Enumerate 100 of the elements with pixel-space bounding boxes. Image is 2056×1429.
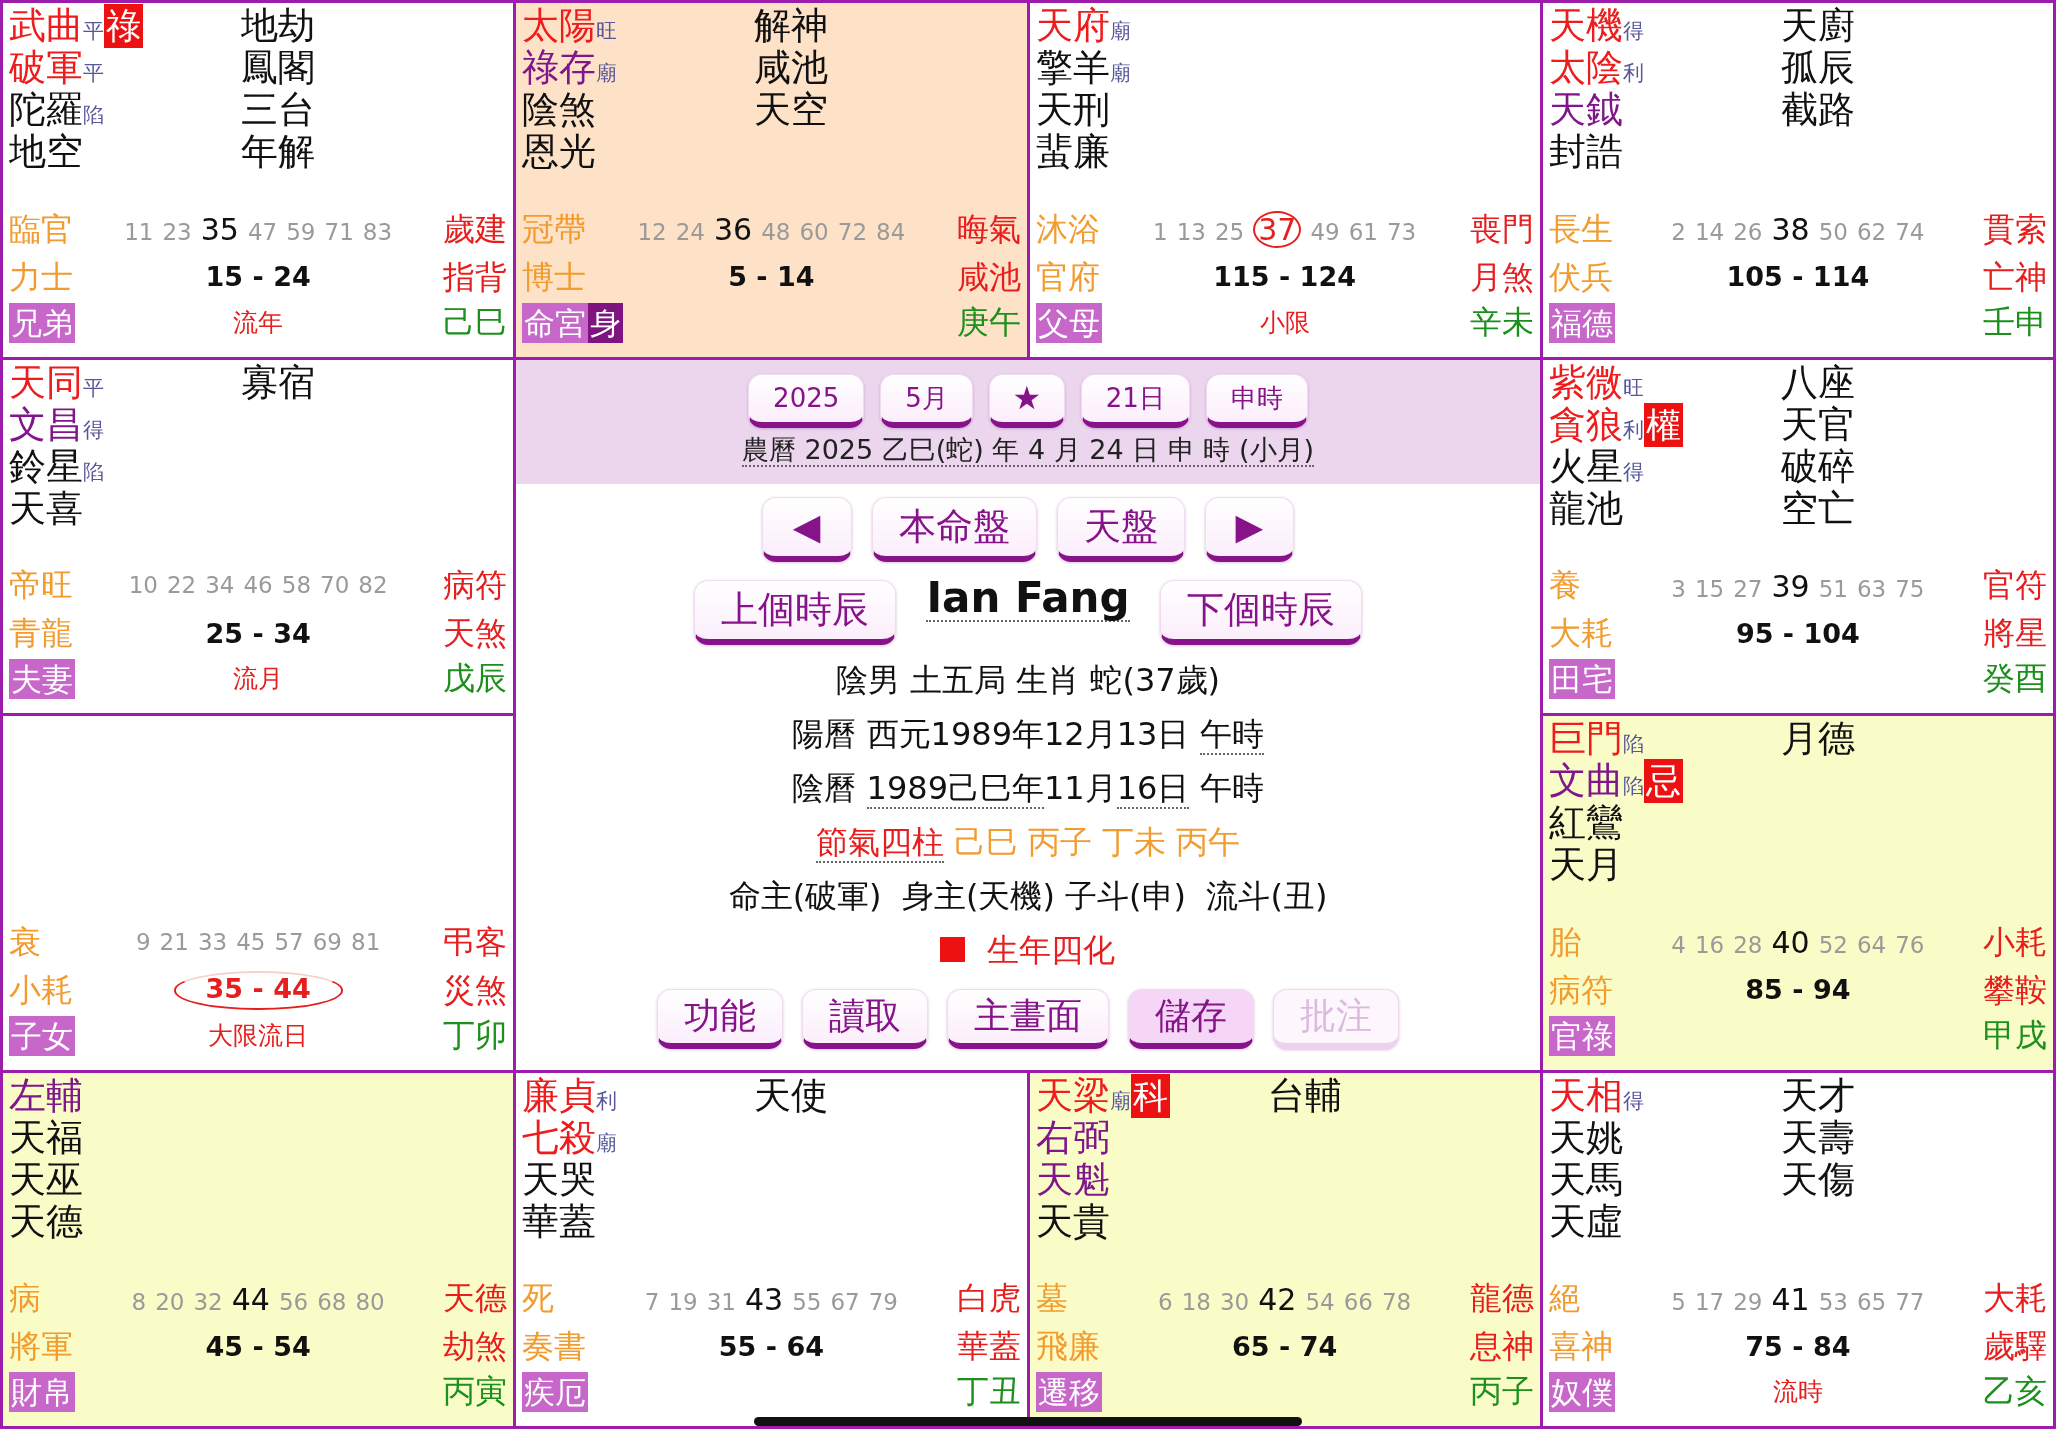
- star-name: 祿存: [522, 47, 597, 89]
- doctor-spirit-text: 飛廉: [1035, 1329, 1100, 1365]
- general-spirit-text: 劫煞: [443, 1329, 508, 1365]
- star-name: 火星: [1548, 445, 1623, 488]
- age-number: 59: [286, 220, 316, 246]
- flow-marker-text: 大限流日: [208, 1020, 309, 1051]
- previous-hour-button[interactable]: 上個時辰: [694, 579, 897, 645]
- date-link[interactable]: 16日: [1116, 768, 1190, 809]
- age-number: 83: [362, 220, 393, 246]
- star-name: 太陽: [522, 5, 597, 47]
- star-name: 天德: [9, 1200, 83, 1243]
- decade-range: 85 - 94: [1745, 974, 1851, 1007]
- info-text: 陽曆 西元1989年12月13日 午時: [792, 713, 1264, 757]
- age-number: 29: [1733, 1289, 1763, 1315]
- star-name: 三台: [241, 89, 315, 131]
- star-name: 解神: [754, 5, 829, 47]
- star-button[interactable]: ★: [988, 373, 1065, 428]
- star-name: 天同: [9, 361, 83, 404]
- function-button[interactable]: 主畫面: [947, 988, 1109, 1049]
- star-name: 天府: [1035, 5, 1110, 47]
- star-name: 紅鸞: [1548, 802, 1623, 844]
- age-number: 39: [1771, 569, 1810, 603]
- date-button[interactable]: 21日: [1080, 373, 1190, 428]
- date-link[interactable]: 午時: [1199, 714, 1264, 755]
- age-number: 69: [312, 929, 342, 956]
- age-number: 23: [162, 220, 192, 246]
- function-button[interactable]: 讀取: [802, 988, 928, 1049]
- general-spirit-text: 天煞: [443, 616, 508, 652]
- growth-stage-text: 長生: [1548, 211, 1613, 248]
- arrow-button[interactable]: ◀: [761, 496, 852, 562]
- general-spirit-text: 指背: [443, 259, 508, 296]
- general-spirit-text: 華蓋: [956, 1329, 1021, 1365]
- general-spirit-text: 將星: [1983, 616, 2047, 652]
- brightness-text: 陷: [1622, 776, 1644, 797]
- palace-cell[interactable]: 天府廟 擎羊廟 天刑 蜚廉 沐浴 1 13 25 37 49 61 73 喪門 官府 115 - 124 月煞 父母 小限 辛未: [1029, 3, 1540, 357]
- star-name: 巨門: [1548, 718, 1623, 760]
- age-number: 47: [247, 220, 278, 246]
- age-number: 66: [1343, 1289, 1373, 1315]
- year-spirit-text: 貫索: [1983, 211, 2047, 248]
- stem-branch-text: 丙寅: [443, 1374, 508, 1410]
- age-number: 25: [1214, 220, 1245, 246]
- star-name: 華蓋: [522, 1200, 597, 1243]
- brightness-text: 得: [83, 419, 104, 441]
- age-number: 12: [637, 220, 667, 246]
- star-name: 紫微: [1548, 361, 1623, 404]
- palace-cell[interactable]: 巨門陷 文曲 陷忌 紅鸞 天月 月德 胎 4 16 28 40 52 64 76 小耗 病符 85 - 94 攀鞍 官祿 甲戌: [1542, 716, 2053, 1070]
- date-button[interactable]: 2025: [748, 373, 865, 428]
- palace-cell[interactable]: 武曲 平祿 破軍平 陀羅陷 地空 地劫 鳳閣 三台 年解 臨官 11 23 35 47 59 71 83 歲建 力士 15 - 24 指背 兄弟 流年 己巳: [3, 3, 514, 357]
- palace-cell[interactable]: 紫微旺 貪狼利權 火星得 龍池 八座 天官 破碎 空亡 養 3 15 27 39 51 63 75 官符 大耗 95 - 104 將星 田宅 癸酉: [1542, 359, 2053, 713]
- lunar-date-text[interactable]: 農曆 2025 乙巳(蛇) 年 4 月 24 日 申 時 (小月): [741, 433, 1315, 467]
- star-name: 天月: [1548, 844, 1623, 886]
- brightness-text: 利: [1622, 419, 1644, 441]
- palace-name: 官祿: [1548, 1015, 1615, 1056]
- palace-cell[interactable]: 天機得 太陰利 天鉞 封誥 天廚 孤辰 截路 長生 2 14 26 38 50 62 74 貫索 伏兵 105 - 114 亡神 福德 壬申: [1542, 3, 2053, 357]
- stem-branch-text: 癸酉: [1983, 661, 2047, 697]
- year-spirit-text: 龍德: [1469, 1281, 1534, 1317]
- year-spirit-text: 晦氣: [956, 211, 1021, 248]
- year-spirit-text: 天德: [443, 1281, 508, 1317]
- palace-cell[interactable]: 左輔 天福 天巫 天德 病 8 20 32 44 56 68 80 天德 將軍 45 - 54 劫煞 財帛 丙寅: [3, 1072, 514, 1426]
- doctor-spirit-text: 官府: [1035, 259, 1100, 296]
- star-name: 陰煞: [522, 89, 597, 131]
- doctor-spirit-text: 博士: [522, 259, 587, 296]
- flow-marker-text: 流月: [233, 664, 284, 694]
- age-number: 9: [135, 929, 151, 956]
- palace-cell[interactable]: 太陽旺 祿存廟 陰煞 恩光 解神 咸池 天空 冠帶 12 24 36 48 60 72 84 晦氣 博士 5 - 14 咸池 命宮 身 庚午: [516, 3, 1027, 357]
- star-name: 月德: [1780, 718, 1855, 760]
- doctor-spirit-text: 將軍: [9, 1329, 73, 1365]
- transformation-mark: 祿: [104, 4, 143, 48]
- arrow-button[interactable]: ▶: [1204, 496, 1295, 562]
- star-name: 天福: [9, 1116, 83, 1159]
- palace-cell[interactable]: 天梁廟科 右弼 天魁 天貴 台輔 墓 6 18 30 42 54 66 78 龍德 飛廉 65 - 74 息神 遷移 丙子: [1029, 1072, 1540, 1426]
- year-spirit-text: 弔客: [443, 924, 508, 961]
- four-pillars-link[interactable]: 節氣四柱: [815, 822, 944, 863]
- brightness-text: 陷: [83, 105, 104, 126]
- doctor-spirit-text: 喜神: [1548, 1329, 1613, 1365]
- star-name: 天貴: [1035, 1200, 1110, 1243]
- next-hour-button[interactable]: 下個時辰: [1159, 579, 1362, 645]
- age-number: 84: [876, 220, 906, 246]
- palace-cell[interactable]: 天同平 文昌 得 鈴星陷 天喜 寡宿 帝旺 10 22 34 46 58 70 82 病符 青龍 25 - 34 天煞 夫妻 流月 戊辰: [3, 359, 514, 713]
- palace-cell[interactable]: 天相得 天姚 天馬 天虛 天才 天壽 天傷 絕 5 17 29 41 53 65 77 大耗 喜神 75 - 84 歲驛 奴僕 流時 乙亥: [1542, 1072, 2053, 1426]
- chart-mode-button[interactable]: 本命盤: [871, 496, 1037, 562]
- date-button[interactable]: 申時: [1205, 373, 1308, 428]
- palace-cell[interactable]: 廉貞利 七殺廟 天哭 華蓋 天使 死 7 19 31 43 55 67 79 白虎 奏書 55 - 64 華蓋 疾厄 丁丑: [516, 1072, 1027, 1426]
- star-name: 貪狼: [1548, 403, 1623, 446]
- age-number: 22: [166, 573, 197, 599]
- date-link[interactable]: 1989己巳年: [866, 768, 1044, 809]
- chart-mode-button[interactable]: 天盤: [1056, 496, 1185, 562]
- general-spirit-text: 月煞: [1469, 259, 1534, 296]
- age-number: 30: [1219, 1289, 1250, 1315]
- star-name: 天哭: [522, 1158, 597, 1201]
- brightness-text: 得: [1622, 21, 1644, 42]
- function-button[interactable]: 儲存: [1128, 988, 1254, 1049]
- age-number: 17: [1694, 1289, 1725, 1315]
- function-button[interactable]: 功能: [657, 988, 783, 1049]
- star-name: 孤辰: [1780, 47, 1855, 89]
- star-name: 天巫: [9, 1158, 83, 1201]
- stem-branch-text: 甲戌: [1983, 1017, 2047, 1054]
- palace-cell[interactable]: 衰 9 21 33 45 57 69 81 弔客 小耗 35 - 44 災煞 子女 大限流日 丁卯: [3, 716, 514, 1070]
- date-button[interactable]: 5月: [880, 373, 973, 428]
- person-name[interactable]: Ian Fang: [926, 575, 1130, 622]
